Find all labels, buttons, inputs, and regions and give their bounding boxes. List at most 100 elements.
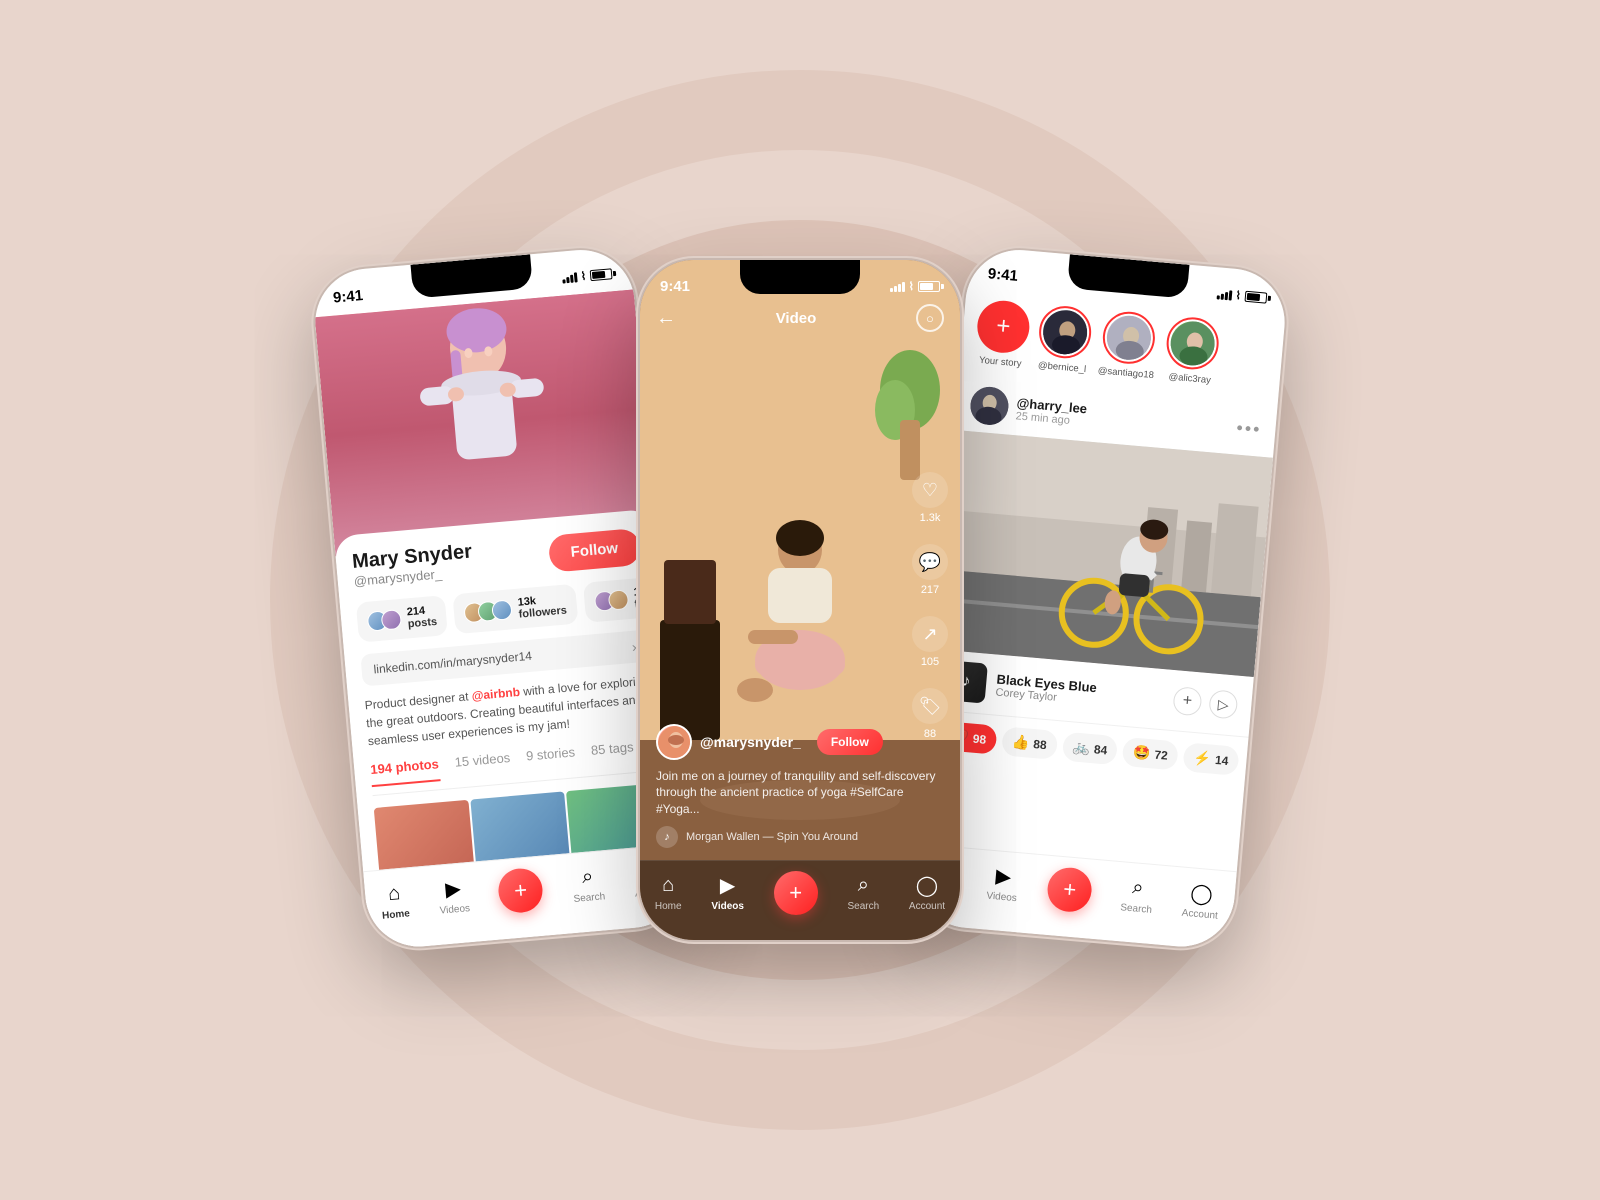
music-controls: + ▷ <box>1172 686 1238 719</box>
add-to-music-btn[interactable]: + <box>1172 686 1202 716</box>
tab-stories[interactable]: 9 stories <box>525 744 576 773</box>
time-left: 9:41 <box>332 287 363 307</box>
add-button-right[interactable]: + <box>1046 865 1094 913</box>
bottom-nav-center: ⌂ Home ▶ Videos + ⌕ Search ◯ Account <box>640 860 960 940</box>
post-menu-button[interactable]: ••• <box>1236 417 1263 440</box>
nav-account-right[interactable]: ◯ Account <box>1181 880 1220 922</box>
videos-label-center: Videos <box>711 901 744 912</box>
comments-count: 217 <box>921 584 939 596</box>
nav-home-left[interactable]: ⌂ Home <box>379 880 410 921</box>
phone-right-screen: 9:41 ⌇ + Your story <box>911 246 1289 951</box>
video-avatar <box>656 724 692 760</box>
story-alic3ray[interactable]: @alic3ray <box>1163 315 1221 386</box>
account-label-center: Account <box>909 901 945 912</box>
add-story-item[interactable]: + Your story <box>974 299 1032 370</box>
wifi-left: ⌇ <box>580 269 586 282</box>
phone-left: 9:41 ⌇ <box>311 246 689 951</box>
videos-label: Videos <box>439 903 470 917</box>
story-santiago[interactable]: @santiago18 <box>1097 309 1159 381</box>
nav-videos-right[interactable]: ▶ Videos <box>986 863 1020 905</box>
home-label: Home <box>382 908 411 921</box>
santiago-label: @santiago18 <box>1097 365 1154 381</box>
profile-bio: Product designer at @airbnb with a love … <box>364 671 656 750</box>
search-label-center: Search <box>847 901 879 912</box>
santiago-ring <box>1101 310 1157 366</box>
bio-mention: @airbnb <box>471 685 520 703</box>
followers-count: 13k followers <box>517 593 567 621</box>
bolt-count: 14 <box>1214 752 1229 767</box>
videos-icon-right: ▶ <box>990 863 1016 889</box>
bolt-emoji: ⚡ <box>1193 749 1212 767</box>
battery-left <box>590 268 613 281</box>
nav-search-left[interactable]: ⌕ Search <box>571 863 606 905</box>
play-btn[interactable]: ▷ <box>1208 689 1238 719</box>
tab-photos[interactable]: 194 photos <box>370 756 441 787</box>
shares-count: 105 <box>921 656 939 668</box>
link-text: linkedin.com/in/marysnyder14 <box>373 649 532 677</box>
reaction-like[interactable]: 👍 88 <box>1001 726 1058 760</box>
alic3ray-ring <box>1165 315 1221 371</box>
time-right: 9:41 <box>987 265 1018 285</box>
nav-account-center[interactable]: ◯ Account <box>909 873 945 912</box>
feed-post: @harry_lee 25 min ago ••• <box>925 376 1277 786</box>
nav-videos-left[interactable]: ▶ Videos <box>437 875 471 917</box>
video-description: Join me on a journey of tranquility and … <box>656 768 944 818</box>
like-action[interactable]: ♡ 1.3k <box>912 472 948 524</box>
share-action[interactable]: ↗ 105 <box>912 616 948 668</box>
music-row: ♪ Morgan Wallen — Spin You Around <box>656 826 944 848</box>
signal-left <box>561 270 577 283</box>
search-icon-right: ⌕ <box>1125 875 1151 901</box>
reaction-bolt[interactable]: ⚡ 14 <box>1183 742 1240 776</box>
back-button[interactable]: ← <box>656 307 676 330</box>
nav-search-right[interactable]: ⌕ Search <box>1120 874 1155 916</box>
music-note-icon: ♪ <box>656 826 678 848</box>
account-icon-right: ◯ <box>1189 880 1215 906</box>
phone-left-screen: 9:41 ⌇ <box>311 246 689 951</box>
profile-name-area: Mary Snyder @marysnyder_ <box>351 541 474 591</box>
alic3ray-label: @alic3ray <box>1168 371 1211 386</box>
signal-center <box>890 280 905 292</box>
music-note: ♪ <box>962 673 972 692</box>
search-label: Search <box>573 891 606 905</box>
bernice-label: @bernice_l <box>1038 360 1087 375</box>
profile-hero-figure <box>385 301 584 546</box>
music-text: Morgan Wallen — Spin You Around <box>686 831 858 843</box>
tab-tags[interactable]: 85 tags <box>590 739 635 768</box>
status-icons-center: ⌇ <box>890 280 940 293</box>
wifi-center: ⌇ <box>909 280 914 293</box>
add-button-left[interactable]: + <box>497 866 545 914</box>
battery-right <box>1245 290 1268 303</box>
battery-center <box>918 281 940 292</box>
comment-action[interactable]: 💬 217 <box>912 544 948 596</box>
videos-icon-center: ▶ <box>716 873 740 897</box>
tab-videos[interactable]: 15 videos <box>454 750 512 780</box>
add-button-center[interactable]: + <box>774 871 818 915</box>
nav-search-center[interactable]: ⌕ Search <box>847 873 879 912</box>
status-icons-left: ⌇ <box>561 267 612 284</box>
music-info: Black Eyes Blue Corey Taylor <box>995 671 1165 713</box>
phones-container: 9:41 ⌇ <box>320 260 1280 940</box>
search-circle[interactable]: ○ <box>916 304 944 332</box>
story-bernice[interactable]: @bernice_l <box>1036 304 1094 375</box>
like-count: 88 <box>1033 737 1048 752</box>
signal-right <box>1216 287 1232 300</box>
alic3ray-avatar <box>1169 320 1217 368</box>
following-avatars <box>593 589 629 612</box>
wifi-right: ⌇ <box>1235 288 1241 301</box>
reaction-star[interactable]: 🤩 72 <box>1122 737 1179 771</box>
home-icon-center: ⌂ <box>656 873 680 897</box>
follow-button[interactable]: Follow <box>547 527 641 572</box>
heart-count: 98 <box>972 731 987 746</box>
video-follow-btn[interactable]: Follow <box>817 729 883 755</box>
post-author: @harry_lee 25 min ago <box>969 385 1088 433</box>
search-icon: ⌕ <box>575 864 601 890</box>
videos-label-right: Videos <box>986 891 1017 905</box>
like-emoji: 👍 <box>1011 733 1030 751</box>
stat-followers: 13k followers <box>453 584 578 635</box>
avatar-svg <box>658 726 692 760</box>
nav-home-center[interactable]: ⌂ Home <box>655 873 682 912</box>
nav-videos-center[interactable]: ▶ Videos <box>711 873 744 912</box>
post-avatars <box>367 609 403 632</box>
reaction-bike[interactable]: 🚲 84 <box>1061 732 1118 766</box>
chevron-icon: › <box>631 639 637 655</box>
